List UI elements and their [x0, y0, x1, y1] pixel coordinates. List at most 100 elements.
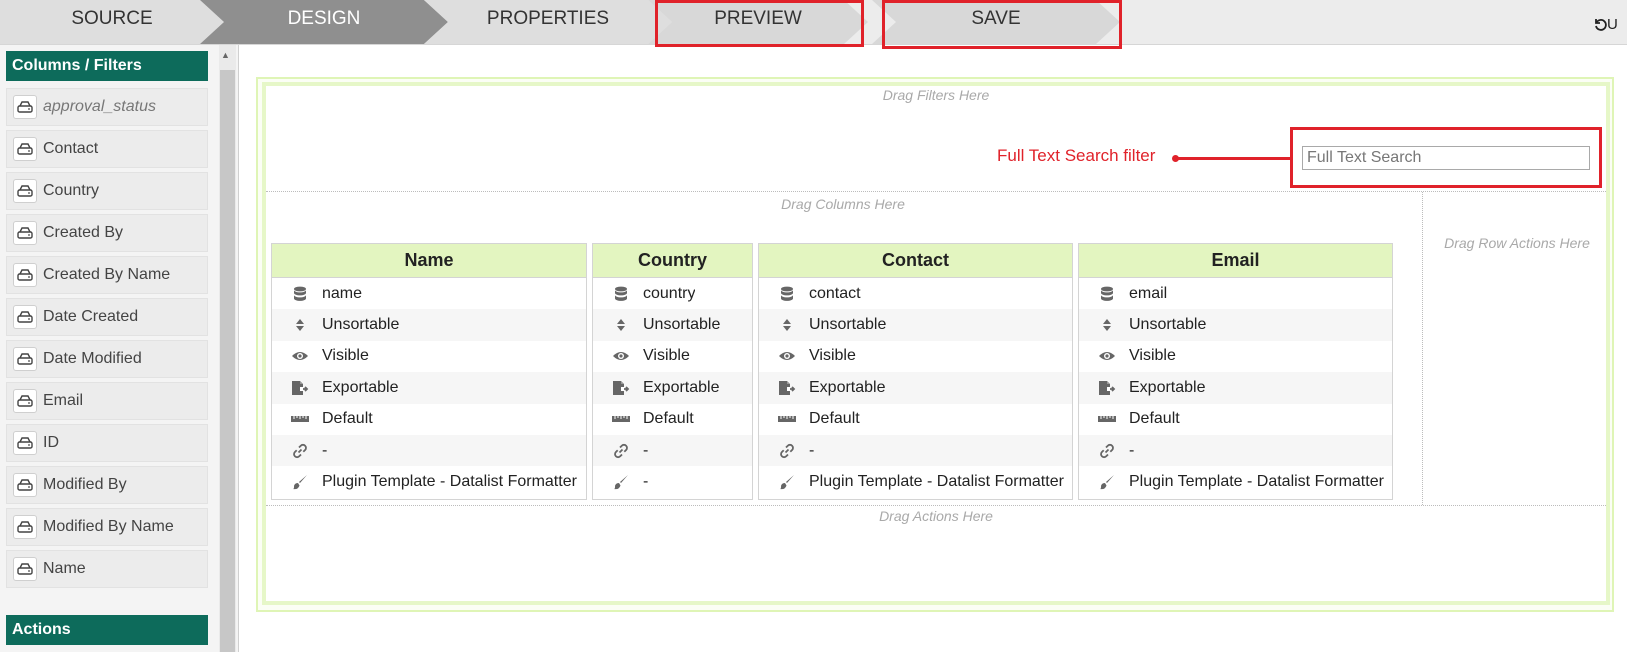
ruler-icon — [777, 410, 797, 428]
field-icon — [13, 389, 37, 413]
column-property-row[interactable]: Unsortable — [593, 309, 752, 341]
column-property-row[interactable]: Unsortable — [272, 309, 586, 341]
undo-icon — [1595, 19, 1607, 31]
actions-header: Actions — [6, 615, 208, 645]
database-icon — [290, 285, 310, 303]
field-item[interactable]: Created By Name — [6, 256, 208, 294]
tab-source[interactable]: SOURCE — [0, 0, 224, 44]
column-property-row[interactable]: Exportable — [1079, 372, 1392, 404]
column-property-row[interactable]: Unsortable — [759, 309, 1072, 341]
database-icon — [1097, 285, 1117, 303]
column-property-row[interactable]: Default — [272, 404, 586, 435]
column-property-row[interactable]: Exportable — [759, 372, 1072, 404]
field-label: Country — [43, 182, 100, 199]
field-item[interactable]: Created By — [6, 214, 208, 252]
field-item[interactable]: Contact — [6, 130, 208, 168]
sort-icon — [777, 316, 797, 334]
column-property-value: Unsortable — [322, 316, 400, 334]
column-property-row[interactable]: Plugin Template - Datalist Formatter — [1079, 466, 1392, 497]
tab-source-label: SOURCE — [71, 8, 153, 29]
column-property-value: Exportable — [809, 378, 886, 396]
filter-divider — [266, 191, 1606, 192]
preview-highlight-box — [655, 0, 864, 47]
field-item[interactable]: ID — [6, 424, 208, 462]
field-label: approval_status — [43, 98, 156, 115]
sort-icon — [290, 316, 310, 334]
column-property-row[interactable]: - — [272, 434, 586, 467]
column-property-row[interactable]: Default — [593, 404, 752, 435]
column-card-contact[interactable]: Contact contact Unsortable Visible Exportabl… — [758, 243, 1073, 500]
row-actions-divider — [1422, 192, 1423, 505]
column-property-row[interactable]: Default — [759, 404, 1072, 435]
field-icon — [13, 137, 37, 161]
column-property-row[interactable]: name — [272, 278, 586, 309]
column-property-row[interactable]: Visible — [272, 341, 586, 372]
column-property-value: Plugin Template - Datalist Formatter — [809, 473, 1064, 491]
column-property-row[interactable]: contact — [759, 278, 1072, 309]
undo-label: U — [1607, 16, 1618, 33]
column-property-row[interactable]: Visible — [593, 341, 752, 372]
column-property-value: - — [809, 441, 815, 459]
column-property-value: - — [643, 473, 649, 491]
annotation-label: Full Text Search filter — [997, 146, 1156, 165]
column-property-row[interactable]: Visible — [1079, 341, 1392, 372]
field-label: Modified By Name — [43, 518, 174, 535]
field-item[interactable]: Name — [6, 550, 208, 588]
eye-icon — [290, 347, 310, 365]
column-header: Name — [272, 244, 586, 278]
column-property-row[interactable]: Exportable — [593, 372, 752, 404]
scroll-up-icon[interactable]: ▲ — [221, 50, 230, 60]
ruler-icon — [290, 410, 310, 428]
column-property-row[interactable]: - — [593, 466, 752, 497]
column-property-row[interactable]: Plugin Template - Datalist Formatter — [759, 466, 1072, 497]
undo-button[interactable]: U — [1593, 16, 1627, 33]
sidebar-scrollbar-thumb[interactable] — [220, 70, 235, 652]
column-property-value: Default — [1129, 410, 1180, 428]
column-property-row[interactable]: - — [593, 434, 752, 467]
column-card-country[interactable]: Country country Unsortable Visible Exportabl… — [592, 243, 753, 500]
brush-icon — [290, 473, 310, 491]
database-icon — [611, 285, 631, 303]
column-property-row[interactable]: Visible — [759, 341, 1072, 372]
column-property-value: Visible — [1129, 347, 1176, 365]
field-item[interactable]: Modified By — [6, 466, 208, 504]
actions-divider — [266, 505, 1606, 506]
column-header: Email — [1079, 244, 1392, 278]
column-property-value: - — [1129, 441, 1135, 459]
column-property-value: Unsortable — [643, 316, 721, 334]
column-property-value: Plugin Template - Datalist Formatter — [1129, 473, 1384, 491]
column-property-row[interactable]: Plugin Template - Datalist Formatter — [272, 466, 586, 497]
column-property-value: Exportable — [643, 378, 720, 396]
column-property-row[interactable]: - — [759, 434, 1072, 467]
brush-icon — [611, 473, 631, 491]
column-property-value: Exportable — [322, 378, 399, 396]
column-card-name[interactable]: Name name Unsortable Visible Exportable Defau… — [271, 243, 587, 500]
column-property-row[interactable]: email — [1079, 278, 1392, 309]
field-item[interactable]: Email — [6, 382, 208, 420]
save-highlight-box — [882, 0, 1122, 49]
field-icon — [13, 95, 37, 119]
column-property-row[interactable]: country — [593, 278, 752, 309]
tab-design[interactable]: DESIGN — [200, 0, 448, 44]
column-property-value: Visible — [643, 347, 690, 365]
field-item[interactable]: Country — [6, 172, 208, 210]
field-item[interactable]: Date Modified — [6, 340, 208, 378]
column-property-value: name — [322, 284, 363, 302]
field-item[interactable]: approval_status — [6, 88, 208, 126]
field-label: Email — [43, 392, 84, 409]
field-icon — [13, 221, 37, 245]
field-item[interactable]: Date Created — [6, 298, 208, 336]
column-property-row[interactable]: Unsortable — [1079, 309, 1392, 341]
column-card-email[interactable]: Email email Unsortable Visible Exportable Def… — [1078, 243, 1393, 500]
column-property-row[interactable]: - — [1079, 434, 1392, 467]
tab-properties[interactable]: PROPERTIES — [424, 0, 672, 44]
export-icon — [777, 379, 797, 397]
field-icon — [13, 305, 37, 329]
brush-icon — [1097, 473, 1117, 491]
column-property-value: Default — [809, 410, 860, 428]
column-property-row[interactable]: Default — [1079, 404, 1392, 435]
field-item[interactable]: Modified By Name — [6, 508, 208, 546]
column-property-row[interactable]: Exportable — [272, 372, 586, 404]
column-property-value: Visible — [322, 347, 369, 365]
sort-icon — [611, 316, 631, 334]
